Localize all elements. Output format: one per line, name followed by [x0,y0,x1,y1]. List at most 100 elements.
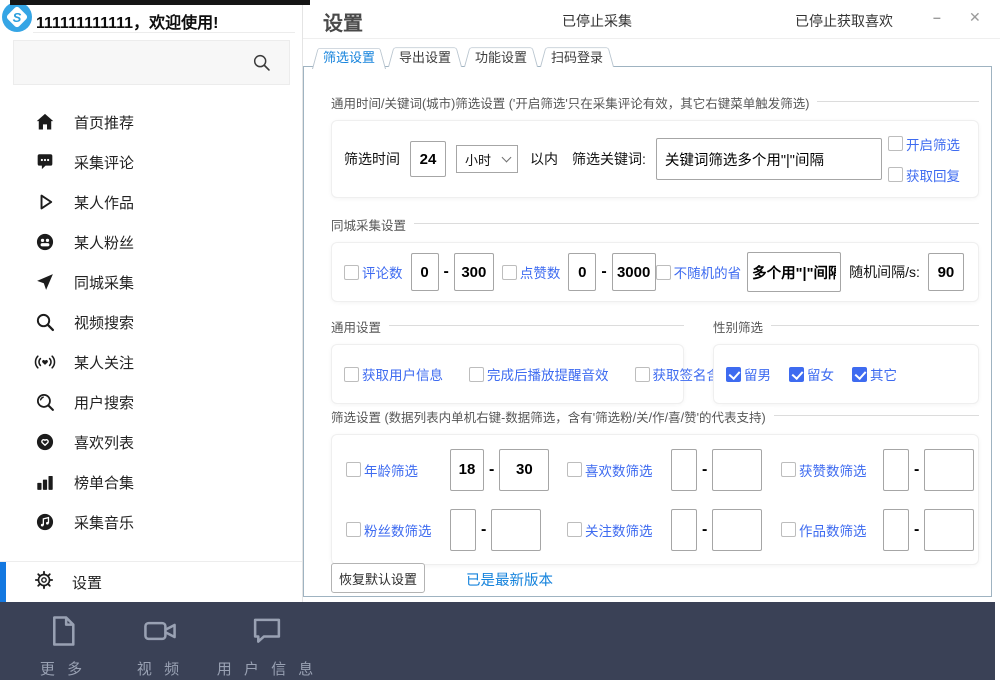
collect-status-text: 已停止采集 [562,11,632,31]
time-unit-value: 小时 [465,150,491,169]
sidebar-item-home-feed[interactable]: 首页推荐 [0,102,302,142]
follow-count-filter-checkbox[interactable]: 关注数筛选 [567,520,671,540]
age-min-input[interactable] [450,449,484,491]
like-count-checkbox[interactable]: 点赞数 [502,262,561,282]
filter-keyword-input[interactable] [656,138,882,180]
checkbox-box [888,167,903,182]
sidebar-item-label: 榜单合集 [74,472,134,493]
sidebar-item-label: 喜欢列表 [74,432,134,453]
sidebar-item-video-search[interactable]: 视频搜索 [0,302,302,342]
bottom-item-video[interactable]: 视 频 [124,612,196,679]
settings-tabbar: 筛选设置 导出设置 功能设置 扫码登录 [312,44,616,67]
works-count-filter-checkbox[interactable]: 作品数筛选 [781,520,883,540]
sidebar-item-settings[interactable]: 设置 [0,561,302,602]
gear-icon [33,569,55,596]
heart-circle-icon [33,430,57,454]
group-gender-filter: 性别筛选 留男 留女 其它 [713,317,979,404]
works-filter-min-input[interactable] [883,509,909,551]
keep-other-checkbox[interactable]: 其它 [852,364,897,384]
group-legend: 性别筛选 [713,317,771,336]
message-bubble-icon [248,612,286,650]
like-filter-min-input[interactable] [671,449,697,491]
search-icon [251,52,273,74]
restore-defaults-button[interactable]: 恢复默认设置 [331,563,425,593]
enable-filter-checkbox[interactable]: 开启筛选 [888,134,960,154]
main-panel: 设置 已停止采集 已停止获取喜欢 – ✕ 筛选设置 导出设置 功能设置 扫码登录… [303,0,1000,602]
like-count-filter-checkbox[interactable]: 喜欢数筛选 [567,460,671,480]
sidebar-item-city-collect[interactable]: 同城采集 [0,262,302,302]
keep-female-checkbox[interactable]: 留女 [789,364,834,384]
filter-time-input[interactable] [410,141,446,177]
tab-filter-settings[interactable]: 筛选设置 [312,44,386,67]
app-logo: S [2,2,32,32]
filter-keyword-label: 筛选关键词: [572,149,646,169]
random-interval-input[interactable] [928,253,964,291]
group-general-settings: 通用设置 获取用户信息 完成后播放提醒音效 获取签名含联系方式 [331,317,684,404]
comment-icon [33,150,57,174]
follow-filter-max-input[interactable] [712,509,762,551]
tab-qr-login[interactable]: 扫码登录 [540,44,614,67]
window-top-strip [10,0,310,5]
get-reply-checkbox[interactable]: 获取回复 [888,165,960,185]
sidebar-item-collect-comments[interactable]: 采集评论 [0,142,302,182]
fans-count-filter-checkbox[interactable]: 粉丝数筛选 [346,520,450,540]
minimize-icon[interactable]: – [933,9,941,25]
group-legend: 同城采集设置 [331,215,414,234]
group-legend: 筛选设置 (数据列表内单机右键-数据筛选，含有'筛选粉/关/作/喜/赞'的代表支… [331,407,774,426]
main-header: 设置 已停止采集 已停止获取喜欢 – ✕ [303,0,1000,39]
group-city-collect-settings: 同城采集设置 评论数 - 点赞数 - 不随机的省 [331,215,979,302]
checkbox-box [888,136,903,151]
age-max-input[interactable] [499,449,549,491]
like-filter-max-input[interactable] [712,449,762,491]
group-legend: 通用时间/关键词(城市)筛选设置 ('开启筛选'只在采集评论有效，其它右键菜单触… [331,93,817,112]
time-unit-select[interactable]: 小时 [456,145,518,173]
sidebar-item-ranking[interactable]: 榜单合集 [0,462,302,502]
user-search-icon [33,390,57,414]
sidebar-item-user-fans[interactable]: 某人粉丝 [0,222,302,262]
tab-export-settings[interactable]: 导出设置 [388,44,462,67]
bottom-toolbar: 更 多 视 频 用 户 信 息 [0,602,995,680]
fans-filter-min-input[interactable] [450,509,476,551]
sidebar-item-user-works[interactable]: 某人作品 [0,182,302,222]
works-filter-max-input[interactable] [924,509,974,551]
sidebar-item-user-follows[interactable]: 某人关注 [0,342,302,382]
sidebar-item-collect-music[interactable]: 采集音乐 [0,502,302,542]
group-card: 筛选时间 小时 以内 筛选关键词: 开启筛选 获取回复 [331,120,979,198]
video-camera-icon [141,612,179,650]
play-sound-checkbox[interactable]: 完成后播放提醒音效 [469,364,609,384]
fixed-province-checkbox[interactable]: 不随机的省 [656,262,742,282]
like-min-input[interactable] [568,253,596,291]
sidebar-menu: 首页推荐 采集评论 某人作品 [0,102,302,542]
group-data-filter-settings: 筛选设置 (数据列表内单机右键-数据筛选，含有'筛选粉/关/作/喜/赞'的代表支… [331,407,979,565]
get-user-info-checkbox[interactable]: 获取用户信息 [344,364,443,384]
like-max-input[interactable] [612,253,656,291]
filter-row-1: 年龄筛选 - 喜欢数筛选 - [346,440,978,500]
filter-row-2: 粉丝数筛选 - 关注数筛选 - [346,500,978,560]
praise-filter-max-input[interactable] [924,449,974,491]
search-input[interactable] [13,40,290,85]
keep-male-checkbox[interactable]: 留男 [726,364,771,384]
bottom-item-more[interactable]: 更 多 [28,612,98,679]
filter-settings-panel: 通用时间/关键词(城市)筛选设置 ('开启筛选'只在采集评论有效，其它右键菜单触… [303,66,992,597]
tab-function-settings[interactable]: 功能设置 [464,44,538,67]
version-status-link[interactable]: 已是最新版本 [466,569,553,590]
location-arrow-icon [33,270,57,294]
group-card: 留男 留女 其它 [713,344,979,404]
welcome-divider [33,32,295,33]
group-card: 获取用户信息 完成后播放提醒音效 获取签名含联系方式 [331,344,684,404]
sidebar-item-user-search[interactable]: 用户搜索 [0,382,302,422]
province-list-input[interactable] [747,252,841,292]
comment-max-input[interactable] [454,253,494,291]
close-icon[interactable]: ✕ [969,9,981,26]
follow-filter-min-input[interactable] [671,509,697,551]
comment-min-input[interactable] [411,253,439,291]
play-icon [33,190,57,214]
age-filter-checkbox[interactable]: 年龄筛选 [346,460,450,480]
bottom-item-user-info[interactable]: 用 户 信 息 [212,612,322,679]
praise-filter-min-input[interactable] [883,449,909,491]
welcome-text: 111111111111，欢迎使用! [36,9,218,33]
fans-filter-max-input[interactable] [491,509,541,551]
praise-count-filter-checkbox[interactable]: 获赞数筛选 [781,460,883,480]
sidebar-item-like-list[interactable]: 喜欢列表 [0,422,302,462]
comment-count-checkbox[interactable]: 评论数 [344,262,403,282]
